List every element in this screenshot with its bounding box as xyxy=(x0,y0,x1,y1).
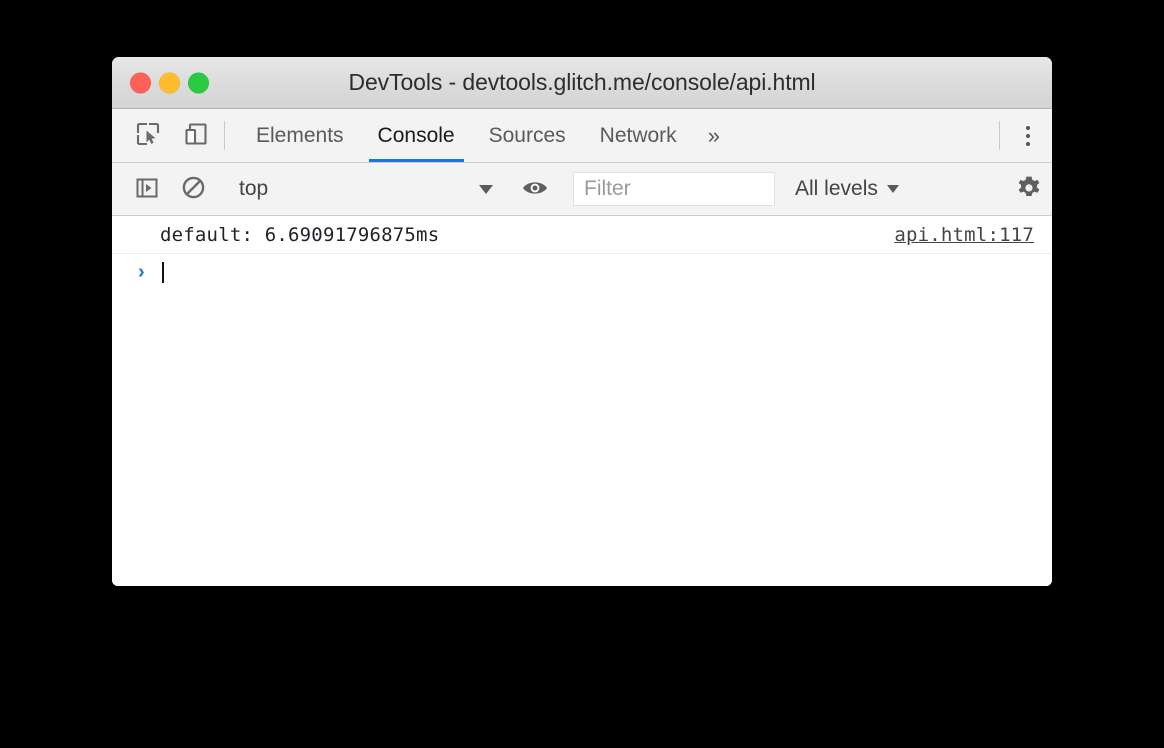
tab-elements[interactable]: Elements xyxy=(239,109,361,162)
clear-console-button[interactable] xyxy=(170,163,216,215)
live-expression-eye-icon xyxy=(521,177,549,202)
tab-overflow-button[interactable]: » xyxy=(694,109,734,162)
tab-elements-label: Elements xyxy=(256,123,344,147)
tabbar-divider xyxy=(224,121,225,150)
tab-console[interactable]: Console xyxy=(361,109,472,162)
clear-console-icon xyxy=(181,175,206,203)
console-message-text: default: 6.69091796875ms xyxy=(160,223,440,246)
console-prompt-arrow-icon: › xyxy=(138,261,145,283)
console-toolbar-right xyxy=(997,163,1052,215)
log-level-selector[interactable]: All levels xyxy=(789,177,905,201)
zoom-button[interactable] xyxy=(188,72,209,93)
minimize-button[interactable] xyxy=(159,72,180,93)
tab-sources[interactable]: Sources xyxy=(472,109,583,162)
chevron-down-icon xyxy=(886,185,899,193)
window-controls xyxy=(130,72,209,93)
console-filter-input[interactable]: Filter xyxy=(573,172,775,206)
devtools-tabbar: Elements Console Sources Network » xyxy=(112,109,1052,163)
console-message-area[interactable]: default: 6.69091796875ms api.html:117 › xyxy=(112,216,1052,586)
console-filter-placeholder: Filter xyxy=(584,177,631,200)
tabbar-right-divider xyxy=(999,121,1000,150)
tab-sources-label: Sources xyxy=(488,123,566,147)
screen-background: DevTools - devtools.glitch.me/console/ap… xyxy=(0,0,1164,748)
settings-gear-icon xyxy=(1015,174,1043,205)
double-chevron-right-icon: » xyxy=(707,122,720,148)
console-toolbar: top Filter All levels xyxy=(112,163,1052,216)
tabbar-right-group xyxy=(995,109,1052,162)
more-options-icon xyxy=(1026,125,1030,130)
window-title: DevTools - devtools.glitch.me/console/ap… xyxy=(348,69,816,95)
more-options-icon-dot2 xyxy=(1026,133,1030,138)
execution-context-value: top xyxy=(239,177,269,200)
device-toolbar-icon xyxy=(183,121,209,150)
console-message-row[interactable]: default: 6.69091796875ms api.html:117 xyxy=(112,216,1052,254)
tab-list: Elements Console Sources Network » xyxy=(239,109,734,162)
execution-context-selector[interactable]: top xyxy=(225,163,503,215)
console-message-source-link[interactable]: api.html:117 xyxy=(894,224,1034,246)
window-titlebar: DevTools - devtools.glitch.me/console/ap… xyxy=(112,57,1052,109)
inspect-element-button[interactable] xyxy=(124,109,172,162)
console-prompt-caret xyxy=(162,261,164,283)
console-sidebar-toggle-button[interactable] xyxy=(124,163,170,215)
devtools-window: DevTools - devtools.glitch.me/console/ap… xyxy=(112,57,1052,586)
more-options-icon-dot3 xyxy=(1026,141,1030,146)
settings-button[interactable] xyxy=(1006,163,1052,215)
device-toolbar-button[interactable] xyxy=(172,109,220,162)
tab-network-label: Network xyxy=(599,123,677,147)
log-level-value: All levels xyxy=(795,177,878,200)
more-options-button[interactable] xyxy=(1004,109,1052,162)
live-expression-button[interactable] xyxy=(512,163,558,215)
console-sidebar-toggle-icon xyxy=(135,176,159,203)
tab-console-label: Console xyxy=(377,123,455,147)
console-prompt-row[interactable]: › xyxy=(112,254,1052,290)
inspect-element-icon xyxy=(135,121,161,150)
close-button[interactable] xyxy=(130,72,151,93)
chevron-down-icon xyxy=(479,184,493,194)
tab-network[interactable]: Network xyxy=(583,109,694,162)
